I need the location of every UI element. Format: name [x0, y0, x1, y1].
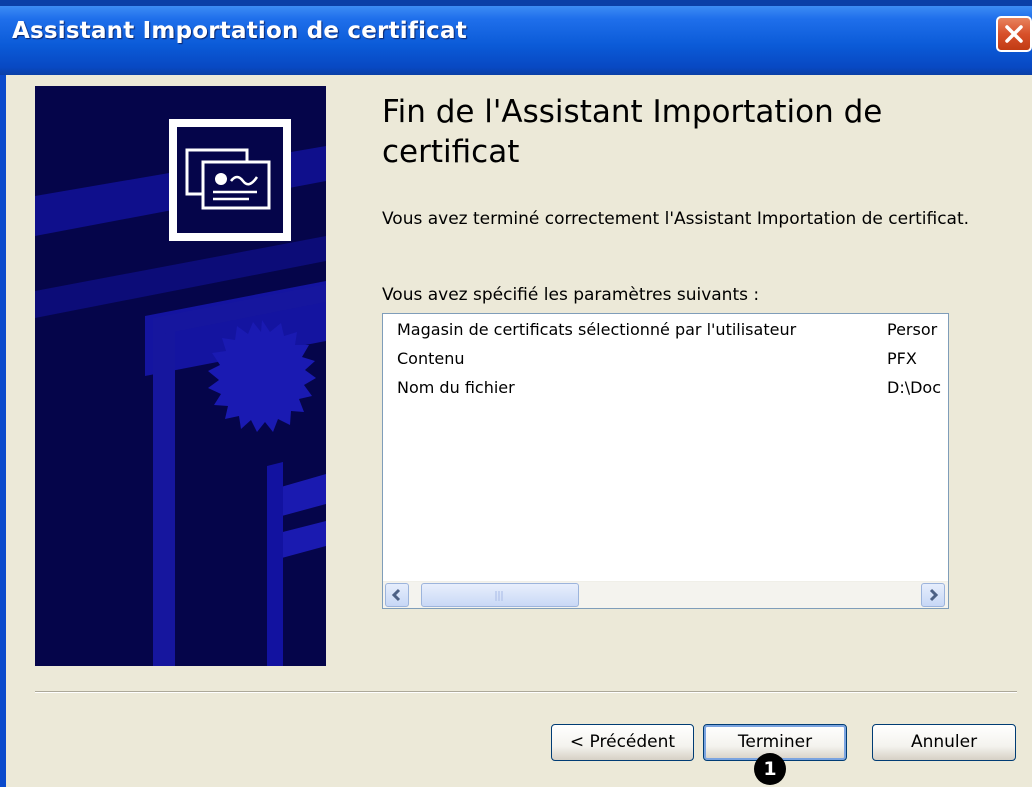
arrow-left-icon — [391, 588, 401, 602]
page-title: Fin de l'Assistant Importation de certif… — [382, 94, 883, 170]
wizard-window: Assistant Importation de certificat Fin … — [0, 0, 1032, 787]
grip-icon — [495, 591, 503, 601]
list-item[interactable]: Magasin de certificats sélectionné par l… — [397, 320, 948, 346]
arrow-right-icon — [929, 588, 939, 602]
window-title: Assistant Importation de certificat — [12, 18, 467, 44]
footer-separator — [35, 691, 1017, 693]
cancel-button[interactable]: Annuler — [872, 724, 1016, 761]
setting-name: Contenu — [397, 349, 465, 368]
window-left-border — [0, 75, 6, 787]
step-badge: 1 — [754, 753, 786, 785]
scroll-thumb[interactable] — [421, 583, 579, 607]
wizard-banner — [35, 86, 326, 666]
title-bar[interactable]: Assistant Importation de certificat — [0, 0, 1032, 75]
settings-listbox[interactable]: Magasin de certificats sélectionné par l… — [382, 313, 949, 609]
list-item[interactable]: Nom du fichier D:\Doc — [397, 378, 948, 404]
completion-message: Vous avez terminé correctement l'Assista… — [382, 209, 970, 229]
setting-name: Nom du fichier — [397, 378, 515, 397]
certificate-icon — [169, 119, 291, 241]
back-button[interactable]: < Précédent — [551, 724, 694, 761]
scroll-left-button[interactable] — [385, 583, 409, 607]
title-bar-top-strip — [0, 0, 1032, 6]
setting-value: Persor — [887, 320, 938, 339]
close-icon — [1005, 25, 1023, 43]
close-button[interactable] — [996, 16, 1032, 52]
setting-value: PFX — [887, 349, 917, 368]
horizontal-scrollbar[interactable] — [383, 581, 948, 608]
banner-graphic — [35, 86, 326, 666]
setting-name: Magasin de certificats sélectionné par l… — [397, 320, 797, 339]
scroll-right-button[interactable] — [921, 583, 945, 607]
settings-label: Vous avez spécifié les paramètres suivan… — [382, 285, 760, 305]
setting-value: D:\Doc — [887, 378, 942, 397]
list-item[interactable]: Contenu PFX — [397, 349, 948, 375]
